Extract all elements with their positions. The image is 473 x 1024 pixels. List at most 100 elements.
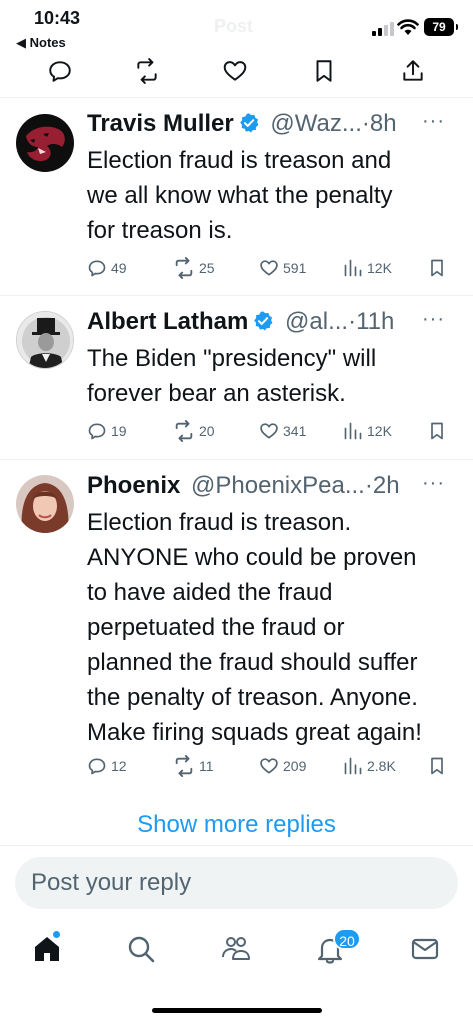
repost-count: 20: [199, 423, 215, 439]
view-count: 12K: [367, 423, 392, 439]
reply-count: 19: [111, 423, 127, 439]
more-options-icon[interactable]: ···: [422, 472, 445, 495]
cellular-signal-icon: [372, 22, 394, 36]
like-icon[interactable]: [222, 58, 248, 84]
verified-badge-icon: [254, 311, 273, 331]
bookmark-icon: [431, 757, 443, 775]
tweet-header: Travis Muller @Waz...·8h ···: [87, 110, 459, 142]
divider: [0, 295, 473, 296]
tweet-line: Election fraud is treason.: [87, 509, 352, 536]
bookmark-icon[interactable]: [311, 58, 337, 84]
views-icon: [344, 757, 362, 775]
tweet-line: the penalty of treason. Anyone.: [87, 684, 418, 711]
tweet-line: to have aided the fraud: [87, 579, 333, 606]
faded-header-title: Post: [214, 16, 254, 36]
author-name[interactable]: Phoenix: [87, 472, 180, 499]
search-icon[interactable]: [125, 933, 157, 965]
like-count: 591: [283, 260, 307, 276]
communities-icon[interactable]: [220, 933, 252, 965]
avatar[interactable]: [16, 475, 74, 533]
reply-button[interactable]: 12: [87, 753, 127, 779]
back-to-notes-link[interactable]: ◀ Notes: [16, 35, 66, 51]
view-count: 12K: [367, 260, 392, 276]
tweet-line: we all know what the penalty: [87, 182, 393, 209]
repost-button[interactable]: 25: [173, 255, 215, 281]
like-count: 341: [283, 423, 307, 439]
bookmark-button[interactable]: [427, 255, 451, 281]
view-count: 2.8K: [367, 758, 396, 774]
tweet-actions: 19 20 341 12K: [87, 418, 457, 444]
show-more-replies-link[interactable]: Show more replies: [0, 811, 473, 839]
tweet-line: Election fraud is treason and: [87, 147, 392, 174]
views-icon: [344, 259, 362, 277]
reply-count: 49: [111, 260, 127, 276]
tweet-line: forever bear an asterisk.: [87, 380, 346, 407]
tweet-line: planned the fraud should suffer: [87, 649, 418, 676]
tweet-line: ANYONE who could be proven: [87, 544, 417, 571]
reply-icon[interactable]: [47, 58, 73, 84]
repost-icon: [175, 257, 193, 279]
like-button[interactable]: 341: [259, 418, 306, 444]
divider: [0, 845, 473, 846]
reply-button[interactable]: 19: [87, 418, 127, 444]
repost-icon[interactable]: [134, 58, 160, 84]
bottom-navigation: 20: [0, 925, 473, 975]
repost-icon: [175, 420, 193, 442]
main-post-actions: [0, 56, 473, 96]
home-indicator[interactable]: [152, 1008, 322, 1013]
tweet-text: Election fraud is treason and we all kno…: [87, 143, 462, 248]
tweet-header: Albert Latham @al...·11h ···: [87, 308, 459, 340]
like-icon: [260, 423, 278, 439]
verified-badge-icon: [239, 113, 259, 133]
tweet-header: Phoenix @PhoenixPea...·2h ···: [87, 472, 459, 504]
tweet-line: for treason is.: [87, 217, 233, 244]
reply-composer-input[interactable]: Post your reply: [15, 857, 458, 909]
author-handle[interactable]: @PhoenixPea...: [191, 472, 365, 499]
views-button[interactable]: 2.8K: [343, 753, 396, 779]
like-button[interactable]: 591: [259, 255, 306, 281]
repost-icon: [175, 755, 193, 777]
like-count: 209: [283, 758, 307, 774]
author-handle[interactable]: @Waz...: [270, 110, 361, 137]
views-icon: [344, 422, 362, 440]
bookmark-button[interactable]: [427, 418, 451, 444]
tweet-text: The Biden "presidency" will forever bear…: [87, 341, 462, 411]
author-name[interactable]: Travis Muller: [87, 110, 234, 137]
separator-dot: ·: [348, 308, 357, 335]
repost-button[interactable]: 20: [173, 418, 215, 444]
avatar[interactable]: [16, 311, 74, 369]
status-time: 10:43: [34, 8, 81, 28]
tweet-actions: 12 11 209 2.8K: [87, 753, 457, 779]
more-options-icon[interactable]: ···: [422, 110, 445, 133]
post-time: 2h: [372, 472, 400, 499]
reply-count: 12: [111, 758, 127, 774]
messages-icon[interactable]: [409, 933, 441, 965]
home-unread-dot: [53, 931, 60, 938]
divider: [0, 459, 473, 460]
selfie-portrait-avatar: [16, 475, 74, 533]
separator-dot: ·: [361, 110, 370, 137]
post-time: 11h: [356, 308, 395, 335]
reply-button[interactable]: 49: [87, 255, 127, 281]
more-options-icon[interactable]: ···: [422, 308, 445, 331]
views-button[interactable]: 12K: [343, 255, 392, 281]
like-button[interactable]: 209: [259, 753, 306, 779]
repost-button[interactable]: 11: [173, 753, 214, 779]
repost-count: 25: [199, 260, 215, 276]
battery-indicator: 79: [424, 18, 458, 36]
views-button[interactable]: 12K: [343, 418, 392, 444]
tweet-text: Election fraud is treason. ANYONE who co…: [87, 505, 462, 750]
share-icon[interactable]: [400, 58, 426, 84]
home-icon[interactable]: [31, 933, 63, 965]
bookmark-button[interactable]: [427, 753, 451, 779]
avatar[interactable]: [16, 114, 74, 172]
like-icon: [260, 758, 278, 774]
reply-icon: [88, 423, 106, 440]
bookmark-icon: [431, 259, 443, 277]
author-handle[interactable]: @al...: [285, 308, 348, 335]
top-hat-portrait-avatar: [17, 312, 73, 368]
status-bar: 10:43 ◀ Notes Post 79: [0, 0, 473, 56]
author-name[interactable]: Albert Latham: [87, 308, 248, 335]
reply-icon: [88, 260, 106, 277]
like-icon: [260, 260, 278, 276]
